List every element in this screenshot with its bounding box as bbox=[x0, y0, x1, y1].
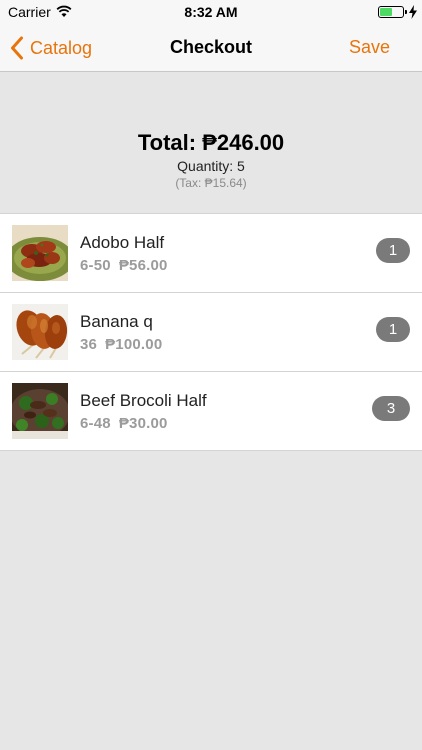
cart-item-row[interactable]: Beef Brocoli Half 6-48 ₱30.00 3 bbox=[0, 372, 422, 451]
item-price: ₱56.00 bbox=[118, 257, 168, 274]
order-summary: Total: ₱246.00 Quantity: 5 (Tax: ₱15.64) bbox=[0, 130, 422, 190]
beef-broccoli-photo bbox=[12, 383, 68, 439]
item-price: ₱100.00 bbox=[105, 336, 163, 353]
item-meta: 36 ₱100.00 bbox=[80, 336, 162, 353]
status-bar: Carrier 8:32 AM bbox=[0, 0, 422, 24]
navigation-bar: Catalog Checkout Save bbox=[0, 24, 422, 72]
item-code: 6-50 bbox=[80, 257, 111, 274]
item-name: Beef Brocoli Half bbox=[80, 391, 207, 410]
item-quantity-badge: 3 bbox=[372, 396, 410, 421]
battery-tip bbox=[405, 10, 407, 14]
cart-item-list: Adobo Half 6-50 ₱56.00 1 Banana q 36 ₱100.… bbox=[0, 213, 422, 451]
battery-icon bbox=[378, 6, 404, 18]
banana-q-photo bbox=[12, 304, 68, 360]
cart-item-row[interactable]: Adobo Half 6-50 ₱56.00 1 bbox=[0, 214, 422, 293]
cart-item-row[interactable]: Banana q 36 ₱100.00 1 bbox=[0, 293, 422, 372]
item-name: Adobo Half bbox=[80, 233, 165, 252]
order-total: Total: ₱246.00 bbox=[137, 130, 285, 155]
order-tax: (Tax: ₱15.64) bbox=[175, 176, 247, 190]
item-price: ₱30.00 bbox=[118, 415, 168, 432]
adobo-photo bbox=[12, 225, 68, 281]
item-meta: 6-48 ₱30.00 bbox=[80, 415, 168, 432]
item-quantity-badge: 1 bbox=[376, 317, 410, 342]
save-button[interactable]: Save bbox=[349, 37, 390, 58]
item-code: 6-48 bbox=[80, 415, 111, 432]
item-meta: 6-50 ₱56.00 bbox=[80, 257, 168, 274]
item-quantity-badge: 1 bbox=[376, 238, 410, 263]
item-name: Banana q bbox=[80, 312, 153, 331]
order-quantity: Quantity: 5 bbox=[177, 158, 245, 174]
item-code: 36 bbox=[80, 336, 98, 353]
charging-bolt-icon bbox=[409, 5, 417, 19]
battery-level bbox=[380, 8, 393, 16]
status-time: 8:32 AM bbox=[184, 4, 238, 20]
